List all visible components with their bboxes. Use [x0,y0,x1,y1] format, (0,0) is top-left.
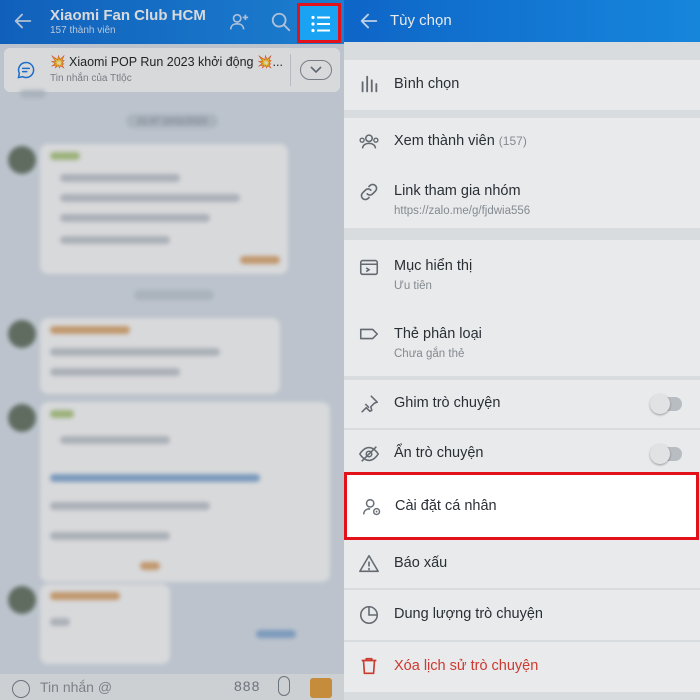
options-screen: Tùy chọn Bình chọn Xem thành viên (157) … [344,0,700,700]
option-hide-chat[interactable]: Ẩn trò chuyện [344,430,700,478]
hide-eye-icon [358,446,380,462]
option-sublabel[interactable]: https://zalo.me/g/fjdwia556 [394,205,530,217]
option-sublabel: Chưa gắn thẻ [394,348,465,360]
option-delete-history[interactable]: Xóa lịch sử trò chuyện [344,642,700,692]
options-menu-button[interactable] [297,3,341,43]
page-title: Tùy chọn [390,12,452,29]
member-count: (157) [498,134,527,148]
option-poll[interactable]: Bình chọn [344,60,700,110]
option-label: Link tham gia nhóm [394,183,521,199]
pin-chat-toggle[interactable] [650,394,682,414]
option-label-tag[interactable]: Thẻ phân loại Chưa gắn thẻ [344,306,700,376]
dim-overlay [0,0,344,700]
chat-screen: Xiaomi Fan Club HCM ... 157 thành viên 💥… [0,0,344,700]
link-icon [360,183,378,201]
label-tag-icon [359,328,379,340]
members-icon [359,134,379,149]
warning-icon [359,554,379,573]
option-label: Mục hiển thị [394,258,473,274]
option-personal-settings[interactable]: Cài đặt cá nhân [344,472,699,540]
option-label: Báo xấu [394,555,448,571]
option-sublabel: Ưu tiên [394,280,432,292]
trash-icon [361,657,377,675]
display-section-icon [359,259,379,276]
hide-chat-toggle[interactable] [650,444,682,464]
option-label: Ẩn trò chuyện [394,445,484,461]
option-label: Bình chọn [394,76,460,92]
option-report[interactable]: Báo xấu [344,540,700,588]
option-label: Xóa lịch sử trò chuyện [394,658,539,674]
option-label: Cài đặt cá nhân [395,498,497,514]
list-menu-icon [311,15,330,33]
option-view-members[interactable]: Xem thành viên (157) [344,118,700,166]
storage-pie-icon [359,605,379,625]
option-display-section[interactable]: Mục hiển thị Ưu tiên [344,240,700,306]
option-label: Ghim trò chuyện [394,395,501,411]
poll-icon [361,75,378,93]
option-label: Dung lượng trò chuyện [394,606,543,622]
option-join-link[interactable]: Link tham gia nhóm https://zalo.me/g/fjd… [344,166,700,228]
option-label: Thẻ phân loại [394,326,482,342]
option-chat-storage[interactable]: Dung lượng trò chuyện [344,590,700,640]
option-label-text: Xem thành viên [394,133,495,149]
option-label: Xem thành viên (157) [394,133,527,149]
options-header: Tùy chọn [344,0,700,42]
back-arrow-icon[interactable] [358,10,380,32]
pin-icon [361,395,379,413]
personal-settings-icon [362,498,381,516]
option-pin-chat[interactable]: Ghim trò chuyện [344,380,700,428]
